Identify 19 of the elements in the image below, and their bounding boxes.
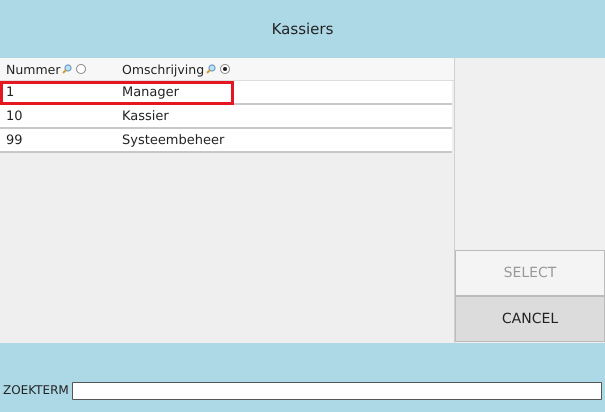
window-title: Kassiers: [272, 20, 334, 38]
column-header[interactable]: Omschrijving: [122, 62, 204, 76]
table-cell-text: Kassier: [121, 108, 169, 124]
search-field[interactable]: [72, 382, 602, 400]
table-cell-text: 10: [5, 108, 24, 124]
table-row[interactable]: 10 Kassier: [0, 105, 452, 129]
column-header[interactable]: Nummer: [6, 62, 60, 76]
search-icon[interactable]: [206, 64, 216, 74]
table-row[interactable]: 1 Manager: [0, 81, 452, 105]
search-icon[interactable]: [62, 64, 72, 74]
sort-radio[interactable]: [76, 64, 86, 74]
table-row[interactable]: 99 Systeembeheer: [0, 129, 452, 153]
action-button[interactable]: CANCEL: [455, 296, 605, 342]
table-cell-text: 99: [5, 132, 24, 148]
table-cell-text: 1: [5, 84, 16, 100]
table-cell-text: Manager: [121, 84, 179, 100]
sort-radio[interactable]: [220, 64, 230, 74]
table-cell-text: Systeembeheer: [121, 132, 224, 148]
search-label: ZOEKTERM: [3, 382, 69, 399]
